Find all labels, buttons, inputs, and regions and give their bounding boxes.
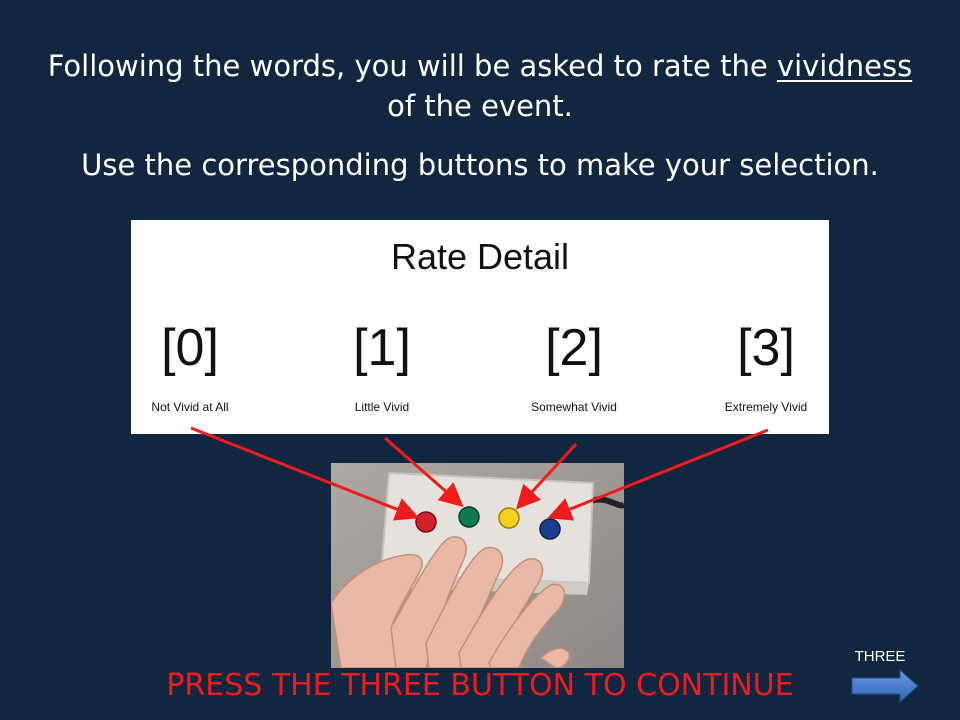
rating-key: [3] bbox=[737, 319, 795, 377]
rating-panel: Rate Detail [0] Not Vivid at All [1] Lit… bbox=[131, 220, 829, 434]
instruction-text-end: of the event. bbox=[387, 89, 573, 123]
rating-option-2: [2] Somewhat Vivid bbox=[479, 318, 669, 414]
emphasized-word: vividness bbox=[776, 49, 913, 83]
rating-key: [2] bbox=[545, 319, 603, 377]
rating-title: Rate Detail bbox=[390, 236, 570, 277]
red-button[interactable] bbox=[415, 511, 437, 533]
rating-key: [1] bbox=[353, 319, 411, 377]
rating-option-1: [1] Little Vivid bbox=[287, 318, 477, 414]
instruction-buttons: Use the corresponding buttons to make yo… bbox=[81, 148, 879, 182]
rating-label: Somewhat Vivid bbox=[531, 400, 617, 414]
continue-prompt: PRESS THE THREE BUTTON TO CONTINUE bbox=[166, 668, 794, 703]
yellow-button[interactable] bbox=[498, 507, 520, 529]
rating-option-0: [0] Not Vivid at All bbox=[95, 318, 285, 414]
rating-label: Little Vivid bbox=[354, 400, 410, 414]
green-button[interactable] bbox=[458, 506, 480, 528]
blue-button[interactable] bbox=[539, 518, 561, 540]
next-label: THREE bbox=[854, 648, 906, 665]
next-button[interactable]: THREE bbox=[848, 646, 924, 706]
right-arrow-icon bbox=[851, 668, 919, 704]
instruction-vividness: Following the words, you will be asked t… bbox=[0, 46, 960, 126]
rating-label: Extremely Vivid bbox=[724, 400, 808, 414]
button-box-photo bbox=[331, 463, 624, 668]
rating-option-3: [3] Extremely Vivid bbox=[671, 318, 861, 414]
instruction-text: Following the words, you will be asked t… bbox=[47, 49, 777, 83]
rating-key: [0] bbox=[161, 319, 219, 377]
rating-label: Not Vivid at All bbox=[151, 400, 229, 414]
